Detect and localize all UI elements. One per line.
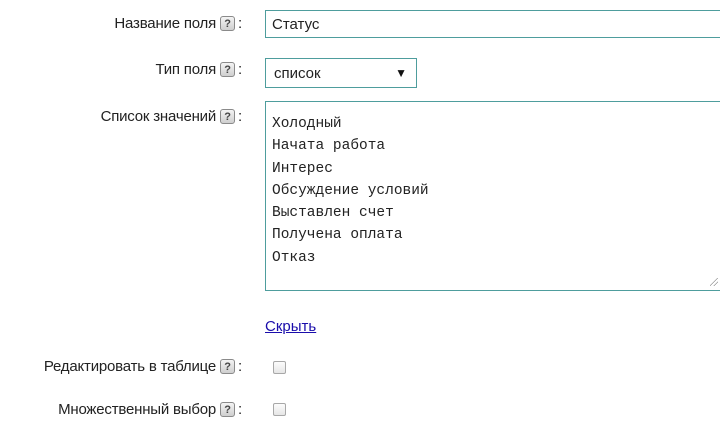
field-type-label-row: Тип поля ? : [155,61,242,78]
field-name-label-row: Название поля ? : [114,15,242,32]
field-name-label: Название поля [114,15,217,32]
multiple-choice-label: Множественный выбор [58,401,217,418]
label-colon: : [238,358,242,375]
field-type-label: Тип поля [155,61,217,78]
label-colon: : [238,401,242,418]
values-list-textarea[interactable]: Холодный Начата работа Интерес Обсуждени… [265,101,720,291]
edit-in-table-label: Редактировать в таблице [43,358,217,375]
resize-handle-icon[interactable] [710,278,718,286]
list-value-line: Интерес [272,160,333,177]
field-name-input[interactable] [265,10,720,38]
help-icon[interactable]: ? [220,359,236,374]
list-value-line: Получена оплата [272,227,403,244]
list-value-line: Выставлен счет [272,205,394,222]
edit-in-table-label-row: Редактировать в таблице ? : [44,358,242,375]
help-icon[interactable]: ? [220,16,236,31]
label-colon: : [238,61,242,78]
values-list-label: Список значений [100,108,217,125]
field-type-select[interactable]: список ▼ [265,58,417,88]
label-colon: : [238,108,242,125]
list-value-line: Начата работа [272,138,386,155]
help-icon[interactable]: ? [220,109,236,124]
help-icon[interactable]: ? [220,402,236,417]
edit-in-table-checkbox[interactable] [273,361,286,374]
multiple-choice-checkbox[interactable] [273,403,286,416]
list-value-line: Отказ [272,249,316,266]
chevron-down-icon: ▼ [395,66,407,80]
list-value-line: Холодный [272,116,342,132]
help-icon[interactable]: ? [220,62,236,77]
values-list-label-row: Список значений ? : [100,108,243,125]
field-type-selected-value: список [274,64,321,82]
list-value-line: Обсуждение условий [272,182,429,199]
hide-link[interactable]: Скрыть [265,318,316,335]
multiple-choice-label-row: Множественный выбор ? : [58,401,242,418]
label-colon: : [238,15,242,32]
